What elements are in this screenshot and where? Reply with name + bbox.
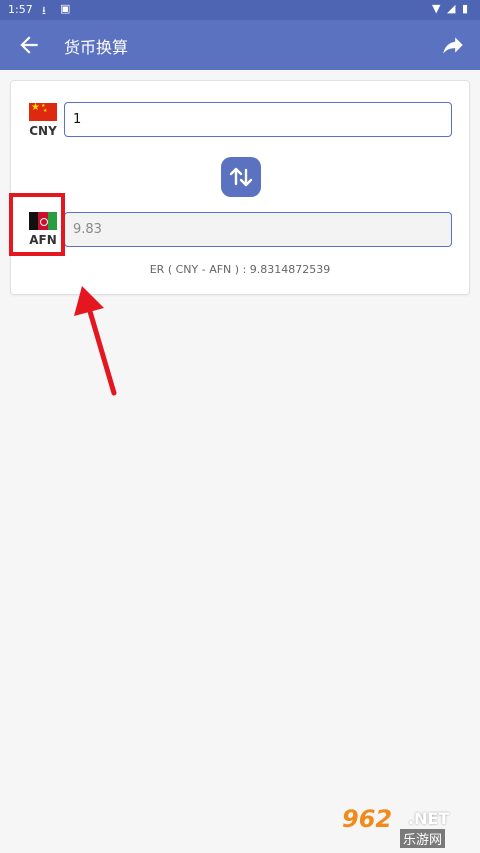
share-button[interactable] xyxy=(440,32,466,58)
notification-a-icon: ▣ xyxy=(60,2,71,15)
share-arrow-icon xyxy=(443,37,463,54)
watermark-text: 乐游网 xyxy=(400,829,446,848)
china-flag-icon: ★ ★ ★ xyxy=(29,102,57,121)
from-currency-code: CNY xyxy=(29,124,57,138)
watermark-logo: 962 .NET 乐游网 xyxy=(342,805,472,849)
converter-card: ★ ★ ★ CNY 1 AFN 9.83 ER ( CNY - AFN ) : 9.… xyxy=(10,80,470,295)
back-button[interactable] xyxy=(16,32,42,58)
status-bar: 1:57 ⭳ ▣ ▼ ◢ ▮ xyxy=(0,0,480,20)
page-title: 货币换算 xyxy=(64,38,129,57)
exchange-rate-text: ER ( CNY - AFN ) : 9.8314872539 xyxy=(149,263,331,276)
download-icon: ⭳ xyxy=(42,4,46,17)
watermark-suffix: .NET xyxy=(408,809,450,828)
highlight-box xyxy=(9,193,65,256)
red-annotation-arrow-icon xyxy=(74,286,117,396)
watermark-number: 962 xyxy=(342,805,393,833)
signal-icon: ◢ xyxy=(447,2,456,15)
wifi-icon: ▼ xyxy=(432,2,441,15)
swap-vertical-icon xyxy=(229,167,253,187)
from-amount-input[interactable]: 1 xyxy=(64,102,452,137)
status-time: 1:57 xyxy=(8,3,33,16)
swap-currencies-button[interactable] xyxy=(221,157,261,197)
from-currency-selector[interactable]: ★ ★ ★ CNY xyxy=(23,102,63,138)
battery-icon: ▮ xyxy=(462,2,469,15)
arrow-left-icon xyxy=(20,36,38,54)
to-amount-field: 9.83 xyxy=(64,212,452,247)
app-bar: 货币换算 xyxy=(0,20,480,70)
